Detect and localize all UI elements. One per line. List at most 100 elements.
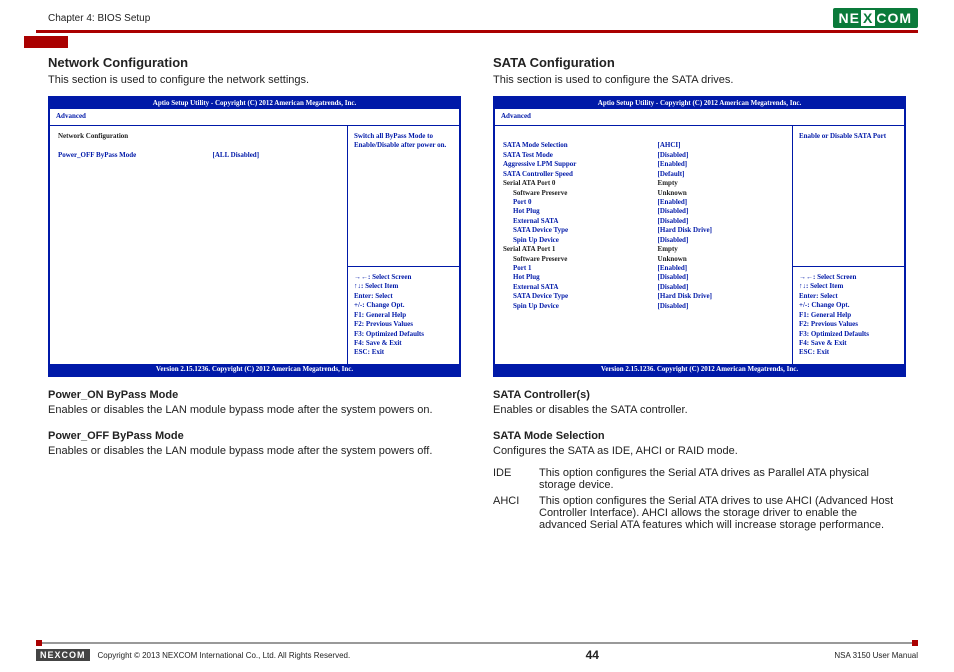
bios-label: Network Configuration bbox=[58, 132, 213, 141]
bios-key-hint: Enter: Select bbox=[354, 292, 453, 301]
bios-hint: Switch all ByPass Mode to Enable/Disable… bbox=[348, 126, 459, 266]
bios-value: Empty bbox=[658, 179, 784, 188]
bios-footer: Version 2.15.1236. Copyright (C) 2012 Am… bbox=[495, 364, 904, 375]
bios-label: SATA Device Type bbox=[503, 292, 658, 301]
bios-key-hint: +/-: Change Opt. bbox=[354, 301, 453, 310]
bios-tab-advanced[interactable]: Advanced bbox=[56, 112, 86, 120]
bios-label: SATA Device Type bbox=[503, 226, 658, 235]
bios-row[interactable]: Port 1[Enabled] bbox=[503, 264, 784, 273]
bios-key-hint: →←: Select Screen bbox=[354, 273, 453, 282]
section-desc-network: This section is used to configure the ne… bbox=[48, 74, 461, 86]
bios-label: Serial ATA Port 1 bbox=[503, 245, 658, 254]
bios-key-hint: F3: Optimized Defaults bbox=[799, 330, 898, 339]
mode-val: This option configures the Serial ATA dr… bbox=[539, 495, 906, 531]
bios-title: Aptio Setup Utility - Copyright (C) 2012… bbox=[495, 98, 904, 109]
text-power-on: Enables or disables the LAN module bypas… bbox=[48, 403, 461, 418]
bios-label: Software Preserve bbox=[503, 189, 658, 198]
bios-label: Port 0 bbox=[503, 198, 658, 207]
bios-value bbox=[213, 132, 339, 141]
bios-row[interactable]: Serial ATA Port 0Empty bbox=[503, 179, 784, 188]
header-rule bbox=[36, 30, 918, 33]
bios-row[interactable]: Hot Plug[Disabled] bbox=[503, 207, 784, 216]
bios-row[interactable]: External SATA[Disabled] bbox=[503, 217, 784, 226]
bios-row[interactable]: Serial ATA Port 1Empty bbox=[503, 245, 784, 254]
bios-row[interactable]: SATA Controller(s)[Enabled] bbox=[503, 132, 784, 141]
bios-key-hint: F4: Save & Exit bbox=[799, 339, 898, 348]
bios-value: [Disabled] bbox=[658, 217, 784, 226]
bios-value: [Enabled] bbox=[658, 160, 784, 169]
right-column: SATA Configuration This section is used … bbox=[493, 55, 906, 535]
bios-side-sata: Enable or Disable SATA Port →←: Select S… bbox=[792, 126, 904, 364]
bios-row[interactable]: Power_OFF ByPass Mode[ALL Disabled] bbox=[58, 151, 339, 160]
bios-key-hint: ↑↓: Select Item bbox=[354, 282, 453, 291]
bios-value: [ALL Disabled] bbox=[213, 141, 339, 150]
bios-key-hint: F1: General Help bbox=[354, 311, 453, 320]
bios-row[interactable]: SATA Device Type[Hard Disk Drive] bbox=[503, 292, 784, 301]
brand-logo: NEXCOM bbox=[833, 8, 918, 28]
page-number: 44 bbox=[350, 648, 834, 662]
bios-value: Unknown bbox=[658, 189, 784, 198]
bios-value: [Disabled] bbox=[658, 273, 784, 282]
bios-row[interactable]: SATA Controller Speed[Default] bbox=[503, 170, 784, 179]
bios-row[interactable]: SATA Mode Selection[AHCI] bbox=[503, 141, 784, 150]
bios-row[interactable]: Network Configuration bbox=[58, 132, 339, 141]
bios-label: SATA Test Mode bbox=[503, 151, 658, 160]
bios-value: [Disabled] bbox=[658, 283, 784, 292]
bios-value: [Disabled] bbox=[658, 302, 784, 311]
bios-key-hint: →←: Select Screen bbox=[799, 273, 898, 282]
bios-panel-sata: Aptio Setup Utility - Copyright (C) 2012… bbox=[493, 96, 906, 377]
section-title-sata: SATA Configuration bbox=[493, 55, 906, 70]
bios-label: External SATA bbox=[503, 283, 658, 292]
mode-ide: IDE This option configures the Serial AT… bbox=[493, 467, 906, 491]
footer-doc: NSA 3150 User Manual bbox=[834, 651, 918, 660]
heading-power-on: Power_ON ByPass Mode bbox=[48, 389, 461, 401]
section-title-network: Network Configuration bbox=[48, 55, 461, 70]
heading-power-off: Power_OFF ByPass Mode bbox=[48, 430, 461, 442]
bios-key-hint: ESC: Exit bbox=[799, 348, 898, 357]
mode-key: IDE bbox=[493, 467, 539, 491]
bios-value: Empty bbox=[658, 245, 784, 254]
bios-row[interactable]: Spin Up Device[Disabled] bbox=[503, 236, 784, 245]
bios-row[interactable]: SATA Test Mode[Disabled] bbox=[503, 151, 784, 160]
bios-label: External SATA bbox=[503, 217, 658, 226]
bios-footer: Version 2.15.1236. Copyright (C) 2012 Am… bbox=[50, 364, 459, 375]
bios-side-network: Switch all ByPass Mode to Enable/Disable… bbox=[347, 126, 459, 364]
bios-row[interactable]: Aggressive LPM Suppor[Enabled] bbox=[503, 160, 784, 169]
section-desc-sata: This section is used to configure the SA… bbox=[493, 74, 906, 86]
bios-value: [Enabled] bbox=[658, 264, 784, 273]
bios-keys: →←: Select Screen↑↓: Select ItemEnter: S… bbox=[348, 266, 459, 364]
bios-key-hint: ESC: Exit bbox=[354, 348, 453, 357]
bios-label: Hot Plug bbox=[503, 273, 658, 282]
mode-val: This option configures the Serial ATA dr… bbox=[539, 467, 906, 491]
bios-value: Unknown bbox=[658, 255, 784, 264]
bios-value: [Default] bbox=[658, 170, 784, 179]
bios-row[interactable]: Power_ON ByPass Mode[ALL Disabled] bbox=[58, 141, 339, 150]
bios-value: [Disabled] bbox=[658, 151, 784, 160]
bios-label: Hot Plug bbox=[503, 207, 658, 216]
bios-main-network: Network ConfigurationPower_ON ByPass Mod… bbox=[50, 126, 347, 364]
bios-label: Power_ON ByPass Mode bbox=[58, 141, 213, 150]
bios-row[interactable]: Spin Up Device[Disabled] bbox=[503, 302, 784, 311]
bios-row[interactable]: Software PreserveUnknown bbox=[503, 189, 784, 198]
bios-main-sata: SATA Controller(s)[Enabled]SATA Mode Sel… bbox=[495, 126, 792, 364]
bios-row[interactable]: External SATA[Disabled] bbox=[503, 283, 784, 292]
bios-value: [Hard Disk Drive] bbox=[658, 292, 784, 301]
mode-list: IDE This option configures the Serial AT… bbox=[493, 467, 906, 531]
bios-key-hint: F4: Save & Exit bbox=[354, 339, 453, 348]
left-column: Network Configuration This section is us… bbox=[48, 55, 461, 535]
bios-label: SATA Controller(s) bbox=[503, 132, 658, 141]
bios-value: [Disabled] bbox=[658, 236, 784, 245]
mode-ahci: AHCI This option configures the Serial A… bbox=[493, 495, 906, 531]
bios-label: Spin Up Device bbox=[503, 236, 658, 245]
bios-key-hint: F3: Optimized Defaults bbox=[354, 330, 453, 339]
footer-logo: NEXCOM bbox=[36, 649, 90, 661]
bios-label: Serial ATA Port 0 bbox=[503, 179, 658, 188]
bios-row[interactable]: Software PreserveUnknown bbox=[503, 255, 784, 264]
mode-key: AHCI bbox=[493, 495, 539, 531]
bios-row[interactable]: SATA Device Type[Hard Disk Drive] bbox=[503, 226, 784, 235]
footer-copyright: Copyright © 2013 NEXCOM International Co… bbox=[98, 651, 351, 660]
bios-value: [Hard Disk Drive] bbox=[658, 226, 784, 235]
bios-row[interactable]: Hot Plug[Disabled] bbox=[503, 273, 784, 282]
bios-row[interactable]: Port 0[Enabled] bbox=[503, 198, 784, 207]
bios-tab-advanced[interactable]: Advanced bbox=[501, 112, 531, 120]
